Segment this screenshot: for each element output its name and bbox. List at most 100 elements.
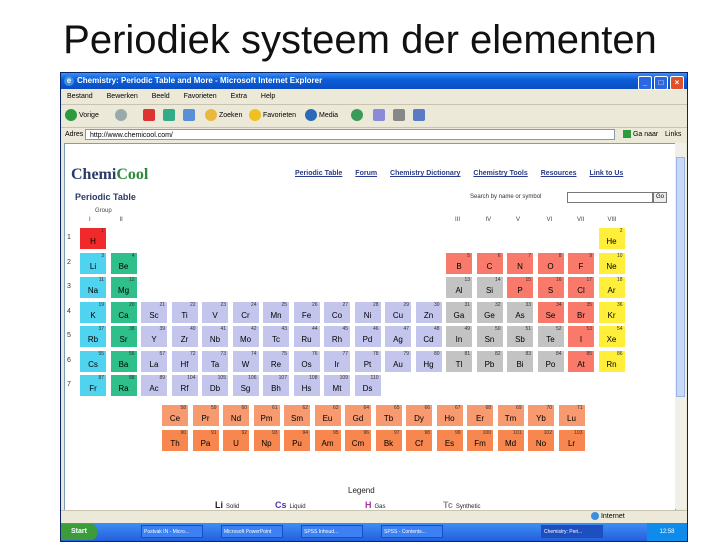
vertical-scrollbar[interactable] [675, 143, 686, 509]
element-er[interactable]: 68 Er [466, 404, 494, 427]
element-al[interactable]: 13 Al [445, 276, 473, 299]
element-sb[interactable]: 51 Sb [506, 325, 534, 348]
element-ar[interactable]: 18 Ar [597, 276, 626, 299]
element-lu[interactable]: 71 Lu [557, 404, 586, 427]
element-ac[interactable]: 89 Ac [140, 374, 168, 397]
element-v[interactable]: 23 V [201, 300, 229, 324]
element-eu[interactable]: 63 Eu [313, 404, 342, 427]
element-nb[interactable]: 41 Nb [201, 325, 229, 348]
element-bi[interactable]: 83 Bi [506, 349, 534, 373]
element-at[interactable]: 85 At [567, 349, 595, 373]
element-sm[interactable]: 62 Sm [283, 404, 311, 427]
edit-button[interactable] [413, 108, 427, 124]
element-sr[interactable]: 38 Sr [109, 325, 138, 348]
print-button[interactable] [393, 108, 407, 124]
element-ta[interactable]: 73 Ta [201, 349, 229, 373]
element-co[interactable]: 27 Co [323, 300, 351, 324]
element-na[interactable]: 11 Na [79, 276, 107, 299]
mail-button[interactable] [373, 108, 387, 124]
element-y[interactable]: 39 Y [140, 325, 168, 348]
element-te[interactable]: 52 Te [536, 325, 565, 348]
element-rn[interactable]: 86 Rn [597, 349, 626, 373]
element-ho[interactable]: 67 Ho [435, 404, 464, 427]
element-dy[interactable]: 66 Dy [405, 404, 433, 427]
element-hf[interactable]: 72 Hf [170, 349, 199, 373]
element-kr[interactable]: 36 Kr [597, 300, 626, 324]
element-re[interactable]: 75 Re [262, 349, 290, 373]
element-cr[interactable]: 24 Cr [231, 300, 260, 324]
element-mn[interactable]: 25 Mn [262, 300, 290, 324]
taskbar-task[interactable]: Microsoft PowerPoint [221, 525, 283, 538]
element-zn[interactable]: 30 Zn [414, 300, 443, 324]
element-tm[interactable]: 69 Tm [496, 404, 525, 427]
element-li[interactable]: 3 Li [79, 251, 107, 275]
nav-periodic-table[interactable]: Periodic Table [295, 170, 342, 177]
element-pr[interactable]: 59 Pr [191, 404, 220, 427]
element-fr[interactable]: 87 Fr [79, 374, 107, 397]
element-hg[interactable]: 80 Hg [414, 349, 443, 373]
element-pm[interactable]: 61 Pm [252, 404, 281, 427]
element-rh[interactable]: 45 Rh [323, 325, 351, 348]
menu-beeld[interactable]: Beeld [152, 93, 170, 100]
element-sc[interactable]: 21 Sc [140, 300, 168, 324]
element-ne[interactable]: 10 Ne [597, 251, 626, 275]
menu-help[interactable]: Help [261, 93, 275, 100]
element-la[interactable]: 57 La [140, 349, 168, 373]
element-p[interactable]: 15 P [506, 276, 534, 299]
search-button[interactable]: Zoeken [205, 108, 242, 124]
element-pb[interactable]: 82 Pb [475, 349, 504, 373]
maximize-button[interactable]: □ [654, 76, 668, 90]
forward-button[interactable] [115, 108, 129, 124]
media-button[interactable]: Media [305, 108, 338, 124]
element-no[interactable]: 102 No [527, 429, 555, 452]
element-nd[interactable]: 60 Nd [222, 404, 250, 427]
element-s[interactable]: 16 S [536, 276, 565, 299]
element-th[interactable]: 90 Th [161, 429, 189, 452]
element-ag[interactable]: 47 Ag [384, 325, 412, 348]
element-ge[interactable]: 32 Ge [475, 300, 504, 324]
element-pt[interactable]: 78 Pt [353, 349, 382, 373]
element-cu[interactable]: 29 Cu [384, 300, 412, 324]
nav-forum[interactable]: Forum [355, 170, 377, 177]
menu-bewerken[interactable]: Bewerken [107, 93, 138, 100]
element-cd[interactable]: 48 Cd [414, 325, 443, 348]
element-cs[interactable]: 55 Cs [79, 349, 107, 373]
element-as[interactable]: 33 As [506, 300, 534, 324]
taskbar-task[interactable]: SPSS - Contents... [381, 525, 443, 538]
links-button[interactable]: Links [665, 128, 681, 142]
element-u[interactable]: 92 U [222, 429, 250, 452]
element-os[interactable]: 76 Os [292, 349, 321, 373]
address-input[interactable]: http://www.chemicool.com/ [85, 129, 615, 140]
element-po[interactable]: 84 Po [536, 349, 565, 373]
element-br[interactable]: 35 Br [567, 300, 595, 324]
element-rb[interactable]: 37 Rb [79, 325, 107, 348]
menu-favorieten[interactable]: Favorieten [184, 93, 217, 100]
element-yb[interactable]: 70 Yb [527, 404, 555, 427]
element-search-input[interactable] [567, 192, 653, 203]
element-o[interactable]: 8O [536, 251, 565, 275]
element-cm[interactable]: 96 Cm [344, 429, 372, 452]
close-button[interactable]: × [670, 76, 684, 90]
element-np[interactable]: 93 Np [252, 429, 281, 452]
element-cf[interactable]: 98 Cf [405, 429, 433, 452]
element-w[interactable]: 74 W [231, 349, 260, 373]
element-tl[interactable]: 81 Tl [445, 349, 473, 373]
element-bh[interactable]: 107 Bh [262, 374, 290, 397]
refresh-button[interactable] [163, 108, 177, 124]
element-sn[interactable]: 50 Sn [475, 325, 504, 348]
element-n[interactable]: 7N [506, 251, 534, 275]
element-tc[interactable]: 43 Tc [262, 325, 290, 348]
element-ti[interactable]: 22 Ti [170, 300, 199, 324]
element-hs[interactable]: 108 Hs [292, 374, 321, 397]
element-ba[interactable]: 56 Ba [109, 349, 138, 373]
nav-chemistry-dictionary[interactable]: Chemistry Dictionary [390, 170, 460, 177]
element-be[interactable]: 4 Be [109, 251, 138, 275]
element-i[interactable]: 53 I [567, 325, 595, 348]
element-ni[interactable]: 28 Ni [353, 300, 382, 324]
nav-chemistry-tools[interactable]: Chemistry Tools [473, 170, 527, 177]
go-button[interactable]: Ga naar [623, 129, 658, 140]
element-b[interactable]: 5B [445, 251, 473, 275]
element-cl[interactable]: 17 Cl [567, 276, 595, 299]
window-titlebar[interactable]: e Chemistry: Periodic Table and More - M… [61, 73, 687, 90]
menu-extra[interactable]: Extra [231, 93, 247, 100]
